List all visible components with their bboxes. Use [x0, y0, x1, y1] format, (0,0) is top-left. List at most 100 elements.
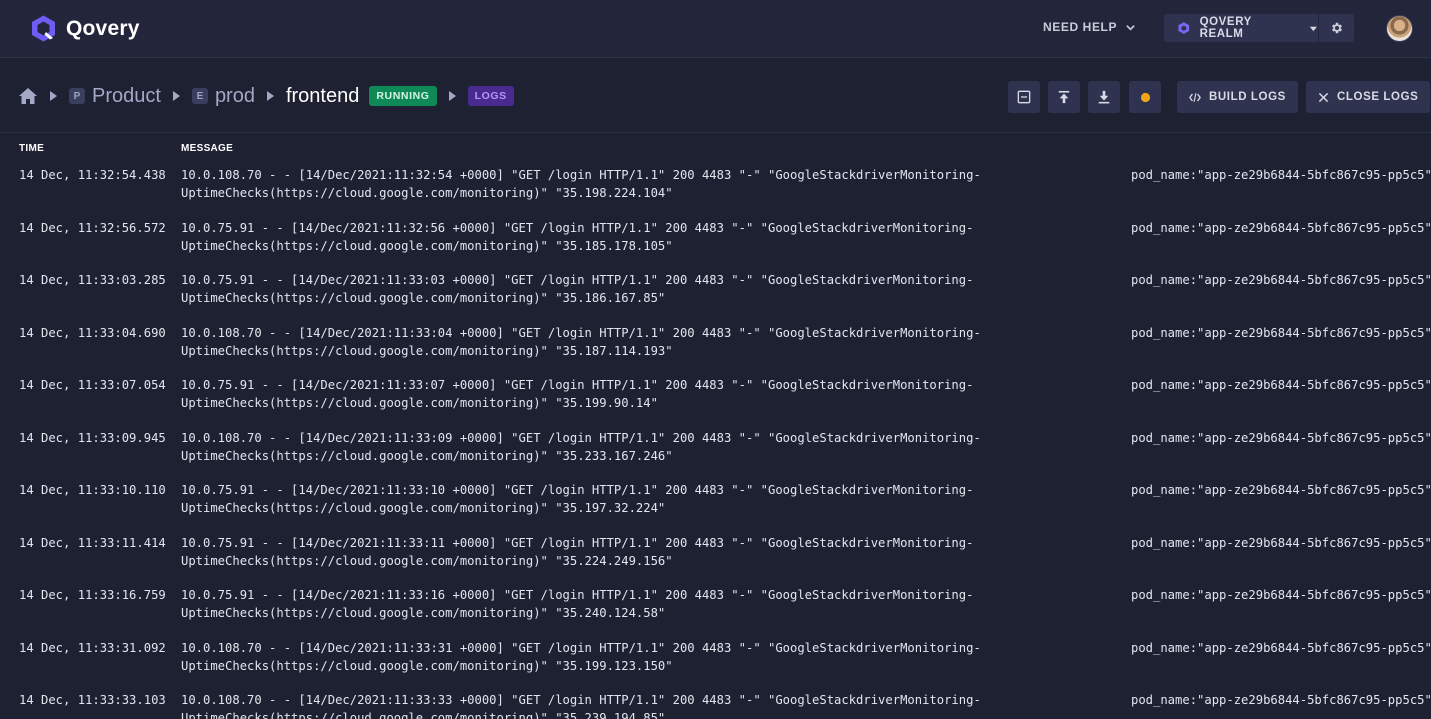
scroll-to-top-button[interactable] [1048, 81, 1080, 113]
log-time: 14 Dec, 11:33:33.103 [19, 693, 166, 707]
organization-name: QOVERY REALM [1199, 16, 1252, 40]
column-header-time: TIME [19, 143, 45, 154]
arrow-to-top-icon [1058, 90, 1070, 104]
build-logs-button[interactable]: BUILD LOGS [1177, 81, 1298, 113]
table-row: 14 Dec, 11:33:11.414 10.0.75.91 - - [14/… [0, 534, 1431, 586]
breadcrumb-separator-icon [49, 91, 58, 101]
logs-badge: LOGS [467, 86, 514, 106]
log-time: 14 Dec, 11:33:03.285 [19, 273, 166, 287]
collapse-button[interactable] [1008, 81, 1040, 113]
log-time: 14 Dec, 11:33:04.690 [19, 325, 166, 340]
breadcrumb-separator-icon [172, 91, 181, 101]
log-message-line: UptimeChecks(https://cloud.google.com/mo… [181, 291, 666, 305]
log-time: 14 Dec, 11:32:54.438 [19, 168, 166, 182]
breadcrumb-separator-icon [448, 91, 457, 101]
gear-icon [1331, 22, 1342, 34]
chevron-down-icon [1126, 24, 1135, 31]
table-row: 14 Dec, 11:33:10.110 10.0.75.91 - - [14/… [0, 481, 1431, 533]
breadcrumb-separator-icon [266, 91, 275, 101]
log-time: 14 Dec, 11:33:31.092 [19, 640, 166, 655]
table-row: 14 Dec, 11:33:09.945 10.0.108.70 - - [14… [0, 429, 1431, 481]
status-badge: RUNNING [369, 86, 437, 106]
close-icon [1318, 92, 1329, 102]
need-help-menu[interactable]: NEED HELP [1043, 20, 1136, 34]
table-row: 14 Dec, 11:33:31.092 10.0.108.70 - - [14… [0, 639, 1431, 691]
table-row: 14 Dec, 11:33:04.690 10.0.108.70 - - [14… [0, 324, 1431, 376]
code-icon [1189, 92, 1201, 102]
breadcrumb-bar: P Product E prod frontend RUNNING LOGS B… [0, 59, 1431, 133]
table-row: 14 Dec, 11:32:56.572 10.0.75.91 - - [14/… [0, 219, 1431, 271]
log-message: 10.0.108.70 - - [14/Dec/2021:11:32:54 +0… [181, 166, 1101, 202]
log-message-line: 10.0.75.91 - - [14/Dec/2021:11:33:03 +00… [181, 273, 974, 287]
build-logs-label: BUILD LOGS [1209, 91, 1286, 103]
column-header-message: MESSAGE [181, 143, 234, 154]
log-pod-name: pod_name:"app-ze29b6844-5bfc867c95-pp5c5… [1131, 693, 1431, 707]
table-row: 14 Dec, 11:32:54.438 10.0.108.70 - - [14… [0, 166, 1431, 218]
log-message-line: UptimeChecks(https://cloud.google.com/mo… [181, 186, 673, 200]
log-message-line: UptimeChecks(https://cloud.google.com/mo… [181, 553, 673, 568]
log-message: 10.0.108.70 - - [14/Dec/2021:11:33:04 +0… [181, 324, 1101, 360]
log-message-line: 10.0.108.70 - - [14/Dec/2021:11:33:09 +0… [181, 430, 981, 445]
log-message: 10.0.108.70 - - [14/Dec/2021:11:33:33 +0… [181, 691, 1101, 719]
log-time: 14 Dec, 11:33:10.110 [19, 483, 166, 497]
user-avatar[interactable] [1386, 15, 1413, 42]
breadcrumb-project[interactable]: Product [92, 85, 161, 108]
download-icon [1098, 90, 1110, 104]
log-message-line: UptimeChecks(https://cloud.google.com/mo… [181, 606, 666, 620]
close-logs-button[interactable]: CLOSE LOGS [1306, 81, 1431, 113]
logs-table-header: TIME MESSAGE [0, 143, 1431, 157]
log-message: 10.0.75.91 - - [14/Dec/2021:11:33:03 +00… [181, 271, 1101, 307]
home-icon [19, 88, 37, 104]
close-logs-label: CLOSE LOGS [1337, 91, 1419, 103]
status-dot-icon [1140, 92, 1150, 102]
log-message-line: 10.0.75.91 - - [14/Dec/2021:11:33:16 +00… [181, 588, 974, 602]
log-time: 14 Dec, 11:32:56.572 [19, 220, 166, 235]
log-pod-name: pod_name:"app-ze29b6844-5bfc867c95-pp5c5… [1131, 378, 1431, 392]
log-message-line: 10.0.108.70 - - [14/Dec/2021:11:33:04 +0… [181, 325, 981, 340]
live-status-button[interactable] [1129, 81, 1161, 113]
log-pod-name: pod_name:"app-ze29b6844-5bfc867c95-pp5c5… [1131, 535, 1431, 550]
log-message-line: 10.0.75.91 - - [14/Dec/2021:11:33:07 +00… [181, 378, 974, 392]
table-row: 14 Dec, 11:33:33.103 10.0.108.70 - - [14… [0, 691, 1431, 719]
log-message-line: UptimeChecks(https://cloud.google.com/mo… [181, 238, 673, 253]
log-time: 14 Dec, 11:33:09.945 [19, 430, 166, 445]
log-pod-name: pod_name:"app-ze29b6844-5bfc867c95-pp5c5… [1131, 430, 1431, 445]
log-time: 14 Dec, 11:33:11.414 [19, 535, 166, 550]
need-help-label: NEED HELP [1043, 20, 1118, 34]
breadcrumb: P Product E prod frontend RUNNING LOGS [18, 83, 514, 109]
log-message-line: 10.0.108.70 - - [14/Dec/2021:11:32:54 +0… [181, 168, 981, 182]
log-message-line: UptimeChecks(https://cloud.google.com/mo… [181, 448, 673, 463]
log-message: 10.0.75.91 - - [14/Dec/2021:11:33:07 +00… [181, 376, 1101, 412]
project-chip: P [69, 88, 85, 104]
log-message-line: UptimeChecks(https://cloud.google.com/mo… [181, 396, 658, 410]
log-message-line: UptimeChecks(https://cloud.google.com/mo… [181, 501, 666, 515]
log-time: 14 Dec, 11:33:16.759 [19, 588, 166, 602]
organization-select[interactable]: QOVERY REALM [1164, 14, 1318, 42]
log-message-line: UptimeChecks(https://cloud.google.com/mo… [181, 658, 673, 673]
environment-chip: E [191, 88, 208, 104]
log-message: 10.0.75.91 - - [14/Dec/2021:11:33:16 +00… [181, 586, 1101, 622]
log-message: 10.0.108.70 - - [14/Dec/2021:11:33:09 +0… [181, 429, 1101, 465]
qovery-logo[interactable]: Qovery [29, 14, 140, 43]
log-message-line: 10.0.75.91 - - [14/Dec/2021:11:33:10 +00… [181, 483, 974, 497]
download-logs-button[interactable] [1088, 81, 1120, 113]
organization-icon [1178, 22, 1190, 34]
log-message-line: 10.0.108.70 - - [14/Dec/2021:11:33:33 +0… [181, 693, 981, 707]
log-message-line: UptimeChecks(https://cloud.google.com/mo… [181, 711, 666, 719]
log-time: 14 Dec, 11:33:07.054 [19, 378, 166, 392]
log-message-line: 10.0.75.91 - - [14/Dec/2021:11:32:56 +00… [181, 220, 974, 235]
breadcrumb-application[interactable]: frontend [286, 85, 359, 108]
organization-settings-button[interactable] [1319, 14, 1354, 42]
log-message: 10.0.108.70 - - [14/Dec/2021:11:33:31 +0… [181, 639, 1101, 675]
log-pod-name: pod_name:"app-ze29b6844-5bfc867c95-pp5c5… [1131, 588, 1431, 602]
home-button[interactable] [18, 86, 38, 106]
log-pod-name: pod_name:"app-ze29b6844-5bfc867c95-pp5c5… [1131, 273, 1431, 287]
log-message: 10.0.75.91 - - [14/Dec/2021:11:33:11 +00… [181, 534, 1101, 570]
qovery-logo-icon [32, 15, 55, 42]
organization-switcher: QOVERY REALM [1164, 14, 1354, 42]
minus-square-icon [1017, 90, 1031, 104]
log-pod-name: pod_name:"app-ze29b6844-5bfc867c95-pp5c5… [1131, 640, 1431, 655]
log-message-line: UptimeChecks(https://cloud.google.com/mo… [181, 343, 673, 358]
log-pod-name: pod_name:"app-ze29b6844-5bfc867c95-pp5c5… [1131, 325, 1431, 340]
breadcrumb-environment[interactable]: prod [215, 85, 255, 108]
